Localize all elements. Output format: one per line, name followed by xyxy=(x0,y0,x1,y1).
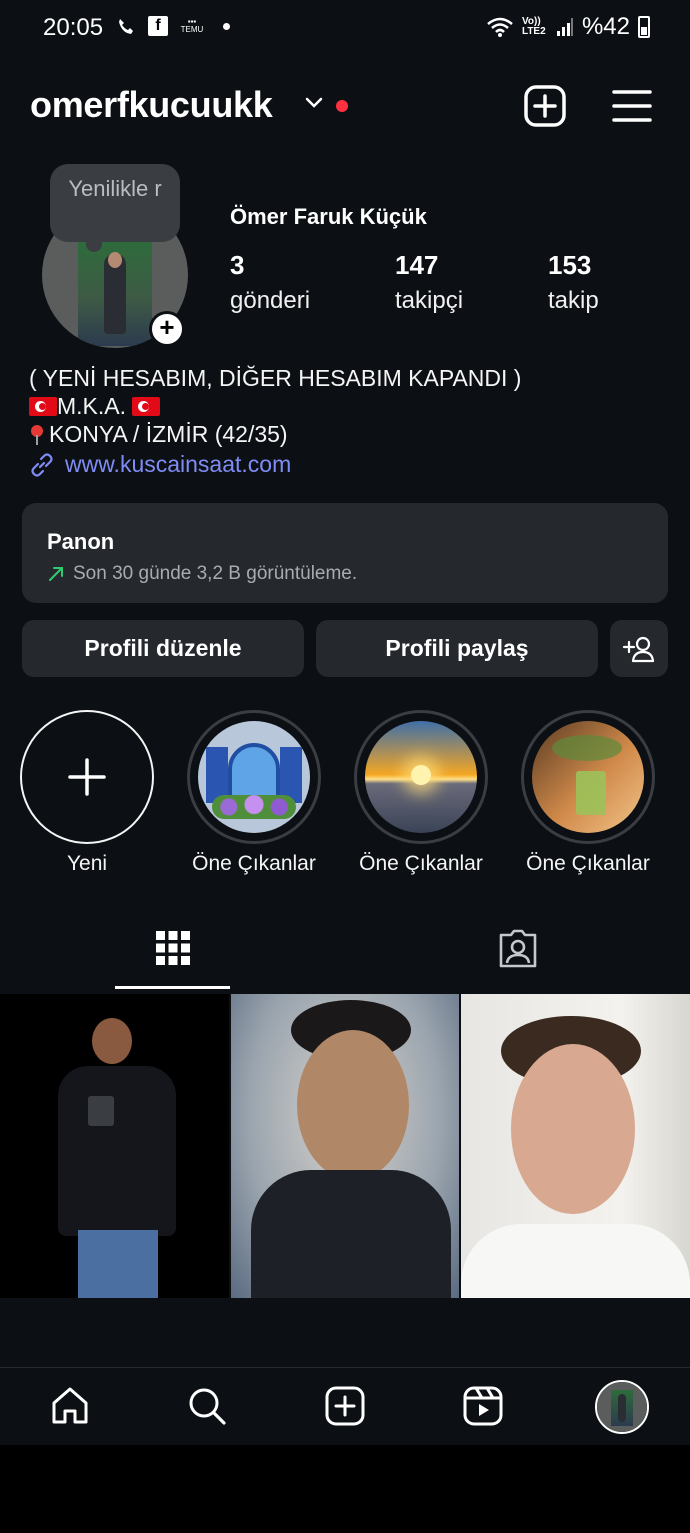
facebook-icon: f xyxy=(148,16,168,36)
create-icon xyxy=(325,1386,365,1426)
highlight-cover xyxy=(532,721,644,833)
home-icon xyxy=(52,1387,88,1424)
profile-header: omerfkucuukk xyxy=(0,78,690,134)
stat-following[interactable]: 153 takip xyxy=(548,250,599,315)
full-name: Ömer Faruk Küçük xyxy=(230,204,427,229)
post-thumbnail[interactable] xyxy=(0,994,229,1298)
highlight-label: Yeni xyxy=(66,852,108,875)
stat-posts[interactable]: 3 gönderi xyxy=(230,250,310,315)
link-text[interactable]: www.kuscainsaat.com xyxy=(65,451,291,478)
trend-up-icon xyxy=(49,567,63,581)
post-thumbnail[interactable] xyxy=(461,994,690,1298)
signal-icon xyxy=(556,18,573,36)
posts-grid xyxy=(0,994,690,1298)
highlight-item[interactable]: Öne Çıkanlar xyxy=(187,710,321,876)
dashboard-subtitle: Son 30 günde 3,2 B görüntüleme. xyxy=(73,563,358,584)
nav-home[interactable] xyxy=(48,1384,92,1428)
bio-link[interactable]: www.kuscainsaat.com xyxy=(29,451,291,478)
nav-search[interactable] xyxy=(185,1384,229,1428)
profile-screen: 20:05 f ▪▪▪ TEMU Vo)) LTE2 %42 omerfkucu… xyxy=(0,0,690,1445)
battery-icon xyxy=(638,16,650,38)
link-icon xyxy=(31,452,53,477)
search-icon xyxy=(189,1388,226,1425)
reels-icon xyxy=(463,1386,503,1426)
post-thumbnail[interactable] xyxy=(231,994,459,1298)
highlight-cover xyxy=(365,721,477,833)
battery-text: %42 xyxy=(581,13,630,40)
profile-avatar xyxy=(597,1382,647,1432)
username[interactable]: omerfkucuukk xyxy=(30,84,273,126)
add-person-icon xyxy=(622,636,655,662)
bio-line: KONYA / İZMİR (42/35) xyxy=(49,421,288,447)
menu-icon[interactable] xyxy=(610,84,654,128)
nav-create[interactable] xyxy=(323,1384,367,1428)
plus-icon xyxy=(68,758,106,796)
dashboard-title: Panon xyxy=(47,529,115,554)
add-story-button[interactable]: + xyxy=(149,311,185,347)
highlight-label: Öne Çıkanlar xyxy=(192,852,316,875)
active-tab-indicator xyxy=(115,986,230,989)
temu-icon: ▪▪▪ TEMU xyxy=(180,17,204,34)
wifi-icon xyxy=(487,17,513,37)
notification-dot xyxy=(336,100,348,112)
grid-icon[interactable] xyxy=(154,928,192,968)
highlight-item[interactable]: Öne Çıkanlar xyxy=(521,710,655,876)
bottom-navigation xyxy=(0,1367,690,1445)
bio-line: ( YENİ HESABIM, DİĞER HESABIM KAPANDI ) xyxy=(29,365,522,391)
nav-profile[interactable] xyxy=(595,1380,649,1434)
highlight-label: Öne Çıkanlar xyxy=(526,852,650,875)
nav-reels[interactable] xyxy=(461,1384,505,1428)
bio: ( YENİ HESABIM, DİĞER HESABIM KAPANDI ) … xyxy=(29,364,669,448)
edit-profile-button[interactable]: Profili düzenle xyxy=(22,620,304,677)
status-bar: 20:05 f ▪▪▪ TEMU Vo)) LTE2 %42 xyxy=(0,0,690,56)
highlight-new[interactable]: Yeni xyxy=(20,710,154,876)
chevron-down-icon[interactable] xyxy=(304,92,324,112)
missed-call-icon xyxy=(116,16,136,36)
bio-line: M.K.A. xyxy=(57,393,127,419)
turkey-flag-icon xyxy=(29,397,57,416)
pin-icon xyxy=(29,425,45,445)
profile-tabs xyxy=(0,910,690,992)
volte-icon: Vo)) LTE2 xyxy=(521,16,546,37)
professional-dashboard[interactable]: Panon Son 30 günde 3,2 B görüntüleme. xyxy=(22,503,668,603)
tagged-icon[interactable] xyxy=(496,928,540,970)
stat-followers[interactable]: 147 takipçi xyxy=(395,250,463,315)
highlight-item[interactable]: Öne Çıkanlar xyxy=(354,710,488,876)
status-time: 20:05 xyxy=(43,14,104,41)
note-bubble[interactable]: Yenilikle r xyxy=(50,164,180,252)
turkey-flag-icon xyxy=(132,397,161,416)
dot-icon xyxy=(216,16,236,36)
highlight-label: Öne Çıkanlar xyxy=(359,852,483,875)
new-post-icon[interactable] xyxy=(523,84,567,128)
share-profile-button[interactable]: Profili paylaş xyxy=(316,620,598,677)
highlight-cover xyxy=(198,721,310,833)
discover-people-button[interactable] xyxy=(610,620,668,677)
